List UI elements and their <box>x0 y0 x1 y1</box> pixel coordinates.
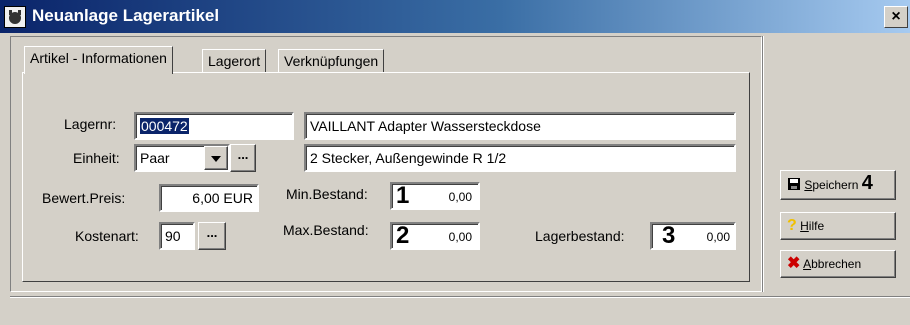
status-bar <box>10 296 910 325</box>
save-button[interactable]: Speichern 4 <box>780 170 896 200</box>
einheit-browse-button[interactable]: ... <box>230 144 256 172</box>
max-bestand-label: Max.Bestand: <box>283 222 369 238</box>
description-input[interactable]: VAILLANT Adapter Wassersteckdose <box>304 112 736 140</box>
cancel-button-label: bbrechen <box>811 257 862 271</box>
max-bestand-value: 0,00 <box>448 230 472 244</box>
close-button[interactable]: × <box>884 6 908 28</box>
preis-input[interactable]: 6,00 EUR <box>159 184 259 212</box>
floppy-disk-icon <box>788 178 800 190</box>
min-bestand-marker: 1 <box>396 182 410 209</box>
einheit-dropdown-button[interactable] <box>204 146 228 170</box>
lagernr-label: Lagernr: <box>64 116 117 132</box>
detail-input[interactable]: 2 Stecker, Außengewinde R 1/2 <box>304 144 736 172</box>
einheit-value: Paar <box>140 150 170 166</box>
help-button[interactable]: ? Hilfe <box>780 212 896 240</box>
tab-lagerort[interactable]: Lagerort <box>202 49 267 73</box>
max-bestand-input[interactable]: 2 0,00 <box>390 222 480 250</box>
window-title: Neuanlage Lagerartikel <box>32 6 220 25</box>
lagerbestand-label: Lagerbestand: <box>535 228 625 244</box>
chevron-down-icon <box>211 156 221 162</box>
app-icon <box>4 6 26 28</box>
tab-content <box>22 72 750 282</box>
save-button-marker: 4 <box>861 172 873 194</box>
red-x-icon: ✖ <box>787 255 801 272</box>
kostenart-label: Kostenart: <box>75 228 139 244</box>
kostenart-browse-button[interactable]: ... <box>198 222 226 250</box>
cancel-button-accelerator: A <box>803 257 812 271</box>
min-bestand-label: Min.Bestand: <box>286 186 368 202</box>
cancel-button[interactable]: ✖ Abbrechen <box>780 250 896 278</box>
lagerbestand-value: 0,00 <box>706 230 730 244</box>
kostenart-input[interactable]: 90 <box>159 222 195 250</box>
save-button-label: peichern <box>812 178 859 192</box>
einheit-label: Einheit: <box>73 150 120 166</box>
tab-artikel-informationen[interactable]: Artikel - Informationen <box>24 46 173 74</box>
lagernr-value: 000472 <box>140 118 189 134</box>
help-button-label: ilfe <box>808 219 825 233</box>
preis-label: Bewert.Preis: <box>42 190 126 206</box>
lagerbestand-marker: 3 <box>662 222 676 249</box>
lagernr-input[interactable]: 000472 <box>134 112 294 140</box>
lagerbestand-input[interactable]: 3 0,00 <box>650 222 736 250</box>
min-bestand-value: 0,00 <box>448 190 472 204</box>
max-bestand-marker: 2 <box>396 222 410 249</box>
help-button-accelerator: H <box>800 219 809 233</box>
tab-verknuepfungen[interactable]: Verknüpfungen <box>278 49 385 73</box>
question-mark-icon: ? <box>787 217 797 234</box>
min-bestand-input[interactable]: 1 0,00 <box>390 182 480 210</box>
